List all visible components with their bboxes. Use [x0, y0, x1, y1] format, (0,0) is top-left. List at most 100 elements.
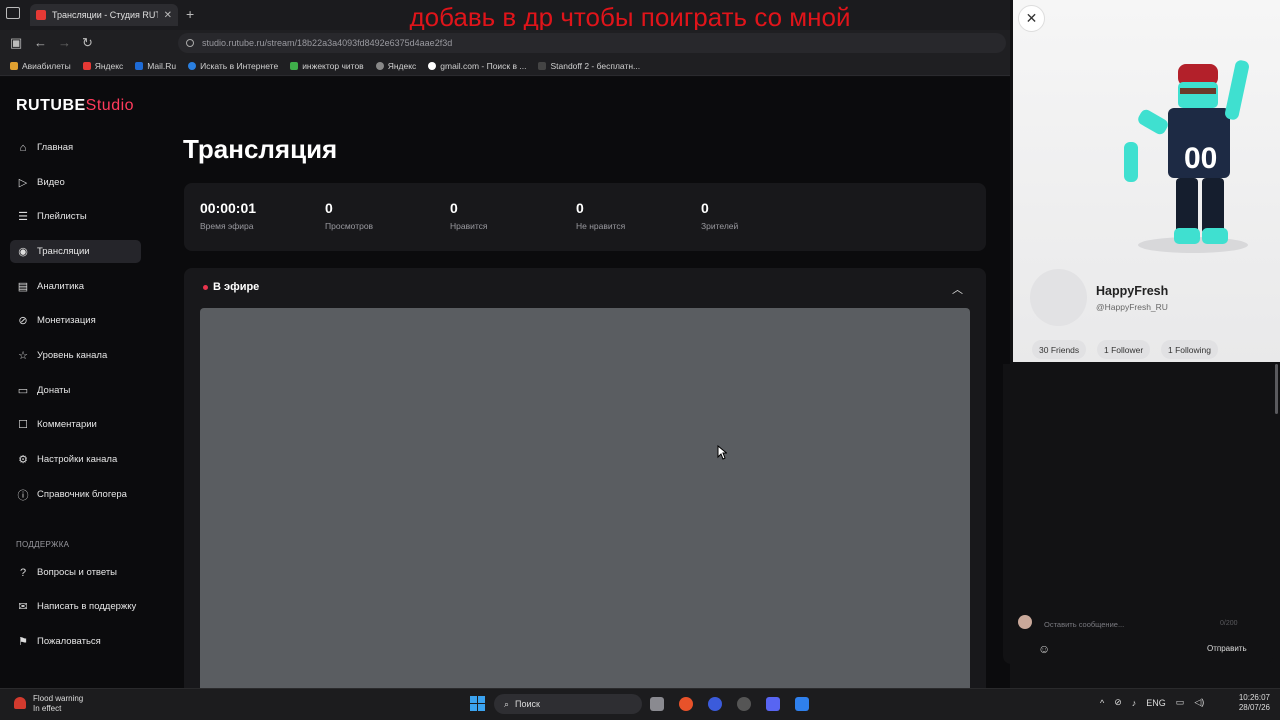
- chat-panel: [1003, 364, 1273, 664]
- flag-icon: ⚑: [18, 636, 28, 648]
- language-indicator[interactable]: ENG: [1146, 698, 1166, 708]
- bookmarks-bar: Авиабилеты Яндекс Mail.Ru Искать в Интер…: [0, 56, 1010, 76]
- yandex-icon: [82, 61, 91, 70]
- roblox-icon[interactable]: [795, 697, 809, 711]
- site-info-icon[interactable]: [186, 39, 194, 47]
- live-status: В эфире: [203, 281, 259, 293]
- stat-viewers: 0 Зрителей: [701, 200, 739, 231]
- plane-icon: [10, 61, 18, 70]
- donate-icon: ▭: [17, 385, 29, 397]
- support-heading: ПОДДЕРЖКА: [16, 540, 70, 549]
- bookmark-item[interactable]: инжектор читов: [290, 61, 364, 71]
- reload-icon[interactable]: ↻: [82, 35, 93, 51]
- search-icon: [188, 61, 197, 70]
- chat-user-avatar: [1018, 615, 1032, 629]
- sidebar-item-broadcasts[interactable]: ◉ Трансляции: [10, 240, 141, 263]
- sidebar-item-video[interactable]: ▷ Видео: [10, 171, 141, 194]
- emoji-icon[interactable]: ☺: [1038, 642, 1050, 656]
- svg-text:00: 00: [1184, 142, 1217, 175]
- google-icon: [428, 61, 437, 70]
- scrollbar[interactable]: [1275, 364, 1278, 414]
- taskbar-search[interactable]: ⌕ Поиск: [494, 694, 642, 714]
- app-icon[interactable]: [708, 697, 722, 711]
- friends-pill[interactable]: 30 Friends: [1032, 340, 1087, 359]
- sidebar-item-faq[interactable]: ? Вопросы и ответы: [10, 561, 141, 584]
- display-icon[interactable]: ▭: [1176, 697, 1185, 708]
- mail-icon: ✉: [18, 601, 28, 613]
- globe-icon: [375, 61, 384, 70]
- sidebar-item-channel-level[interactable]: ☆ Уровень канала: [10, 344, 141, 367]
- sidebar-item-report[interactable]: ⚑ Пожаловаться: [10, 630, 141, 653]
- search-icon: ⌕: [504, 698, 510, 709]
- followers-pill[interactable]: 1 Follower: [1097, 340, 1151, 359]
- following-pill[interactable]: 1 Following: [1161, 340, 1218, 359]
- monetization-icon: ⊘: [18, 315, 28, 327]
- bookmark-item[interactable]: Искать в Интернете: [188, 61, 278, 71]
- bookmark-item[interactable]: Авиабилеты: [10, 61, 71, 71]
- rutube-favicon-icon: [36, 10, 46, 20]
- sidebar-item-channel-settings[interactable]: ⚙ Настройки канала: [10, 448, 141, 471]
- stat-views: 0 Просмотров: [325, 200, 374, 231]
- tab-menu-icon[interactable]: [6, 7, 20, 19]
- microphone-icon[interactable]: ♪: [1132, 698, 1137, 708]
- sidebar-item-playlists[interactable]: ☰ Плейлисты: [10, 205, 141, 228]
- close-tab-icon[interactable]: ✕: [164, 10, 172, 21]
- bookmark-item[interactable]: Standoff 2 - бесплатн...: [538, 61, 640, 71]
- page-icon: [538, 61, 547, 70]
- warning-icon: [14, 697, 26, 709]
- comments-icon: ☐: [18, 419, 28, 431]
- volume-icon[interactable]: ◁): [1194, 697, 1204, 708]
- bookmark-item[interactable]: gmail.com - Поиск в ...: [428, 61, 526, 71]
- new-tab-icon[interactable]: +: [186, 6, 194, 22]
- mouse-cursor-icon: [717, 445, 727, 460]
- broadcast-icon: ◉: [18, 246, 28, 258]
- bookmark-item[interactable]: Яндекс: [375, 61, 416, 71]
- obs-icon[interactable]: [737, 697, 751, 711]
- sidebar-item-comments[interactable]: ☐ Комментарии: [10, 413, 141, 436]
- forward-icon[interactable]: →: [58, 35, 71, 50]
- live-dot-icon: [203, 284, 208, 290]
- close-icon[interactable]: ✕: [1018, 5, 1045, 32]
- sidebar-toggle-icon[interactable]: ▣: [10, 35, 22, 51]
- file-explorer-icon[interactable]: [650, 697, 664, 711]
- taskbar-clock[interactable]: 10:26:07 28/07/26: [1234, 693, 1270, 713]
- overlay-banner-text: добавь в др чтобы поиграть со мной: [409, 2, 851, 32]
- playlist-icon: ☰: [18, 211, 28, 223]
- sidebar-item-home[interactable]: ⌂ Главная: [10, 136, 141, 159]
- sidebar-item-donations[interactable]: ▭ Донаты: [10, 379, 141, 402]
- send-button[interactable]: Отправить: [1207, 644, 1247, 653]
- game-avatar-image: 00: [1124, 60, 1249, 253]
- bookmark-item[interactable]: Яндекс: [82, 61, 123, 71]
- browser-tab[interactable]: Трансляции - Студия RUTUBE ✕: [30, 4, 178, 26]
- stat-dislikes: 0 Не нравится: [576, 200, 626, 231]
- bookmark-item[interactable]: Mail.Ru: [135, 61, 176, 71]
- url-text: studio.rutube.ru/stream/18b22a3a4093fd84…: [202, 38, 453, 48]
- profile-name: HappyFresh: [1096, 284, 1169, 298]
- firefox-icon[interactable]: [679, 697, 693, 711]
- mail-icon: [135, 61, 144, 70]
- info-icon: ⓘ: [17, 489, 29, 502]
- weather-widget[interactable]: Flood warning In effect: [33, 694, 83, 714]
- profile-avatar[interactable]: [1030, 269, 1087, 326]
- analytics-icon: ▤: [17, 281, 29, 293]
- chevron-up-icon[interactable]: ︿: [952, 281, 963, 297]
- sidebar-item-contact-support[interactable]: ✉ Написать в поддержку: [10, 595, 141, 618]
- stream-player[interactable]: [200, 308, 970, 688]
- sidebar-item-monetization[interactable]: ⊘ Монетизация: [10, 309, 141, 332]
- network-icon[interactable]: ⊘: [1114, 697, 1122, 708]
- tab-title: Трансляции - Студия RUTUBE: [52, 10, 158, 20]
- system-tray: ^ ⊘ ♪ ENG ▭ ◁): [1100, 697, 1204, 708]
- profile-handle: @HappyFresh_RU: [1096, 302, 1168, 312]
- injector-icon: [290, 61, 299, 70]
- settings-icon: ⚙: [18, 454, 28, 466]
- chat-message-input[interactable]: Оставить сообщение...: [1044, 620, 1124, 629]
- url-field[interactable]: studio.rutube.ru/stream/18b22a3a4093fd84…: [178, 33, 1006, 53]
- rutube-studio-logo[interactable]: RUTUBEStudio: [16, 97, 134, 115]
- windows-start-icon[interactable]: [470, 696, 485, 711]
- sidebar-item-analytics[interactable]: ▤ Аналитика: [10, 275, 141, 298]
- stat-airtime: 00:00:01 Время эфира: [200, 200, 257, 231]
- sidebar-item-blogger-guide[interactable]: ⓘ Справочник блогера: [10, 483, 141, 506]
- discord-icon[interactable]: [766, 697, 780, 711]
- back-icon[interactable]: ←: [34, 35, 47, 50]
- chevron-up-icon[interactable]: ^: [1100, 698, 1104, 708]
